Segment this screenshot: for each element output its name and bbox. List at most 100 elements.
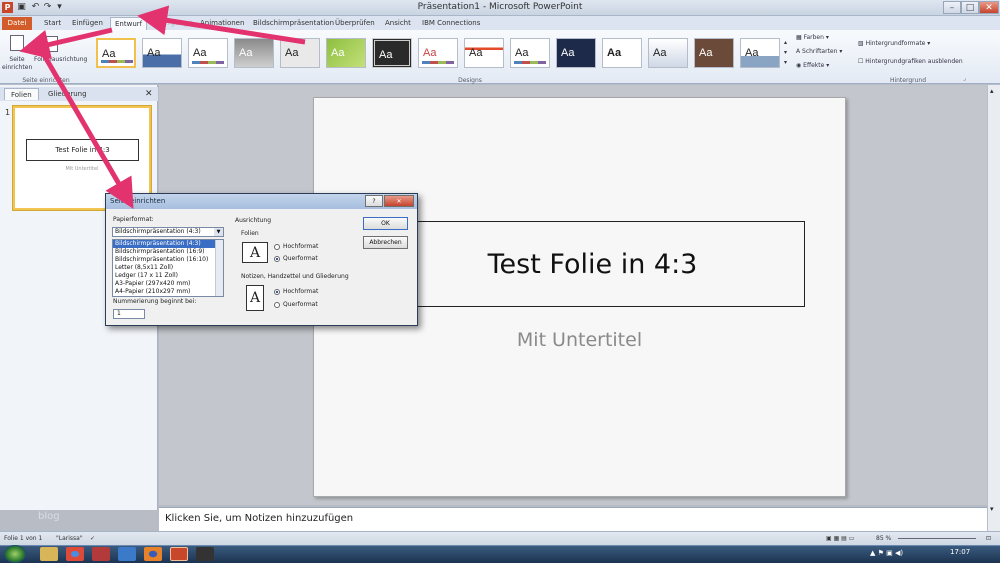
theme-11[interactable]: Aa [556, 38, 596, 68]
theme-7[interactable]: Aa [372, 38, 412, 68]
tab-datei[interactable]: Datei [2, 17, 32, 30]
gallery-scroll-icon[interactable]: ▴ ▾ ▾ [784, 38, 792, 68]
theme-5[interactable]: Aa [280, 38, 320, 68]
group-label-seite: Seite einrichten [22, 77, 70, 84]
slide-number: 1 [5, 108, 11, 117]
pane-close-icon[interactable]: ✕ [145, 89, 153, 99]
hintergrundgrafiken-checkbox[interactable]: ☐ Hintergrundgrafiken ausblenden [858, 58, 963, 65]
ribbon-tabs: Datei Start Einfügen Entwurf Übergänge A… [0, 16, 1000, 30]
title-bar: P ▣ ↶ ↷ ▾ Präsentation1 - Microsoft Powe… [0, 0, 1000, 16]
window-title: Präsentation1 - Microsoft PowerPoint [417, 2, 583, 12]
spellcheck-icon[interactable]: ✓ [90, 532, 95, 545]
tab-uebergaenge[interactable]: Übergänge [150, 17, 197, 30]
terminal-taskbar-icon[interactable] [196, 547, 214, 561]
list-scrollbar[interactable] [215, 240, 223, 296]
theme-6[interactable]: Aa [326, 38, 366, 68]
theme-14[interactable]: Aa [694, 38, 734, 68]
list-item[interactable]: Bildschirmpräsentation (16:10) [113, 256, 223, 264]
folien-hochformat-radio[interactable] [274, 244, 280, 250]
list-item[interactable]: A3-Papier (297x420 mm) [113, 280, 223, 288]
status-bar: Folie 1 von 1 "Larissa" ✓ ▣ ▦ ▤ ▭ 85 % ⊡ [0, 531, 1000, 545]
theme-9[interactable]: Aa [464, 38, 504, 68]
dropdown-arrow-icon[interactable]: ▼ [214, 228, 223, 236]
start-button[interactable] [4, 545, 26, 563]
hintergrundformate-button[interactable]: ▧ Hintergrundformate ▾ [858, 40, 930, 47]
status-design: "Larissa" [56, 535, 83, 542]
vertical-scrollbar[interactable]: ▴ ▾ [987, 85, 1000, 531]
thumb-title: Test Folie in 4:3 [26, 139, 139, 161]
dialog-help-button[interactable]: ? [365, 195, 383, 207]
notizen-hochformat-radio[interactable] [274, 289, 280, 295]
tray-icons[interactable]: ▲ ⚑ ▣ ◀) [870, 549, 903, 557]
ie-taskbar-icon[interactable] [118, 547, 136, 561]
scroll-up-icon[interactable]: ▴ [990, 87, 994, 95]
tab-gliederung[interactable]: Gliederung [42, 88, 93, 100]
notizen-hochformat-label: Hochformat [283, 288, 319, 295]
firefox-taskbar-icon[interactable] [144, 547, 162, 561]
zoom-slider[interactable] [898, 538, 976, 539]
papierformat-label: Papierformat: [113, 216, 154, 223]
view-buttons[interactable]: ▣ ▦ ▤ ▭ [826, 532, 854, 545]
folien-querformat-radio[interactable] [274, 256, 280, 262]
powerpoint-taskbar-icon[interactable] [170, 547, 188, 561]
abbrechen-button[interactable]: Abbrechen [363, 236, 408, 249]
effekte-button[interactable]: ◉ Effekte ▾ [796, 62, 829, 69]
minimize-button[interactable]: – [943, 1, 961, 14]
papierformat-list[interactable]: Bildschirmpräsentation (4:3) Bildschirmp… [112, 239, 224, 297]
theme-10[interactable]: Aa [510, 38, 550, 68]
watermark-blog: blog [38, 511, 60, 522]
seite-einrichten-button[interactable]: Seite einrichten [2, 56, 32, 72]
tab-folien[interactable]: Folien [4, 88, 39, 100]
dialog-launcher-icon[interactable]: ⌟ [963, 75, 966, 82]
orientation-icon[interactable] [46, 36, 58, 52]
maximize-button[interactable]: □ [961, 1, 979, 14]
notes-pane[interactable]: Klicken Sie, um Notizen hinzuzufügen [159, 507, 987, 531]
portrait-orientation-icon: A [246, 285, 264, 311]
schriftarten-button[interactable]: A Schriftarten ▾ [796, 48, 842, 55]
tab-ibm-connections[interactable]: IBM Connections [418, 17, 484, 30]
theme-15[interactable]: Aa [740, 38, 780, 68]
theme-4[interactable]: Aa [234, 38, 274, 68]
fit-window-icon[interactable]: ⊡ [986, 532, 991, 545]
papierformat-select[interactable]: Bildschirmpräsentation (4:3) ▼ [112, 227, 224, 237]
nummerierung-input[interactable]: 1 [113, 309, 145, 319]
notizen-querformat-label: Querformat [283, 301, 318, 308]
tab-ueberpruefen[interactable]: Überprüfen [331, 17, 379, 30]
tab-start[interactable]: Start [40, 17, 65, 30]
ok-button[interactable]: OK [363, 217, 408, 230]
tab-ansicht[interactable]: Ansicht [381, 17, 415, 30]
notizen-querformat-radio[interactable] [274, 302, 280, 308]
zoom-level[interactable]: 85 % [876, 532, 891, 545]
folienausrichtung-button[interactable]: Folienausrichtung [34, 56, 87, 63]
theme-13[interactable]: Aa [648, 38, 688, 68]
tab-entwurf[interactable]: Entwurf [110, 17, 148, 30]
list-item[interactable]: Bildschirmpräsentation (4:3) [113, 240, 223, 248]
chrome-taskbar-icon[interactable] [66, 547, 84, 561]
theme-3[interactable]: Aa [188, 38, 228, 68]
page-setup-icon[interactable] [10, 35, 24, 51]
scroll-down-icon[interactable]: ▾ [990, 505, 994, 513]
farben-button[interactable]: ▦ Farben ▾ [796, 34, 829, 41]
tab-einfuegen[interactable]: Einfügen [68, 17, 107, 30]
theme-2[interactable]: Aa [142, 38, 182, 68]
theme-12[interactable]: Aa [602, 38, 642, 68]
list-item[interactable]: Ledger (17 x 11 Zoll) [113, 272, 223, 280]
list-item[interactable]: Letter (8,5x11 Zoll) [113, 264, 223, 272]
slide-subtitle[interactable]: Mit Untertitel [313, 329, 846, 351]
close-button[interactable]: ✕ [979, 1, 999, 14]
ribbon: Seite einrichten Folienausrichtung Seite… [0, 30, 1000, 84]
app-taskbar-icon[interactable] [92, 547, 110, 561]
status-slide-count: Folie 1 von 1 [4, 535, 43, 542]
list-item[interactable]: Bildschirmpräsentation (16:9) [113, 248, 223, 256]
list-item[interactable]: A4-Papier (210x297 mm) [113, 288, 223, 296]
tab-bildschirmpraesentation[interactable]: Bildschirmpräsentation [249, 17, 338, 30]
theme-office[interactable]: Aa [96, 38, 136, 68]
nummerierung-label: Nummerierung beginnt bei: [113, 298, 197, 305]
landscape-orientation-icon: A [242, 242, 268, 263]
explorer-taskbar-icon[interactable] [40, 547, 58, 561]
slide-title[interactable]: Test Folie in 4:3 [380, 221, 805, 307]
folien-label: Folien [241, 230, 259, 237]
theme-8[interactable]: Aa [418, 38, 458, 68]
dialog-close-button[interactable]: ✕ [384, 195, 414, 207]
tab-animationen[interactable]: Animationen [196, 17, 248, 30]
